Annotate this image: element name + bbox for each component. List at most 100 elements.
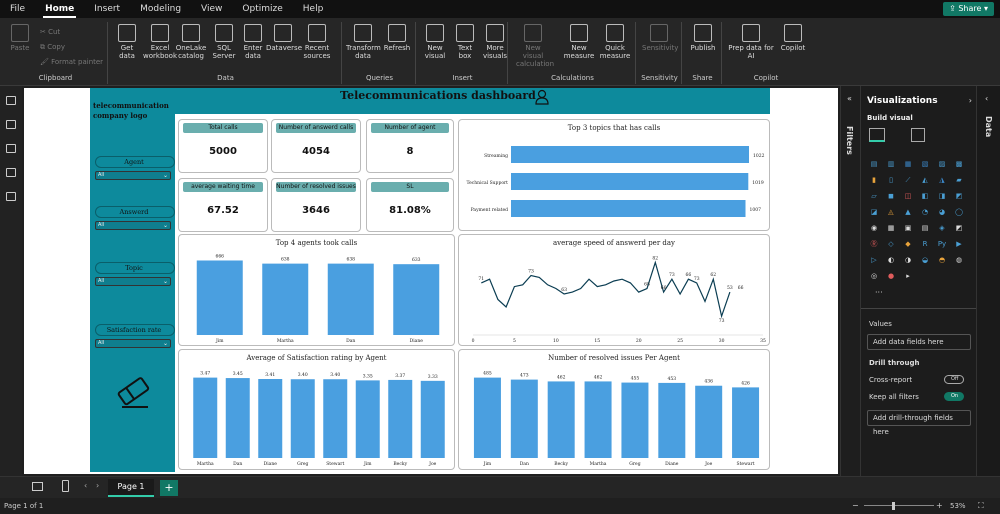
visual-type-icon[interactable]: ◍ [954, 256, 964, 265]
bar[interactable] [621, 382, 649, 458]
ribbon-button-dataverse[interactable]: Dataverse [266, 24, 302, 52]
menu-help[interactable]: Help [293, 0, 334, 18]
visual-type-icon[interactable]: ◆ [903, 240, 913, 249]
paste-button[interactable]: Paste [8, 24, 32, 52]
visual-type-icon[interactable]: ◈ [937, 224, 947, 233]
visual-type-icon[interactable]: ◭ [920, 176, 930, 185]
page-tab[interactable]: Page 1 [108, 479, 154, 497]
bar[interactable] [732, 387, 760, 458]
cut-button[interactable]: ✂ Cut [40, 28, 60, 36]
visual-type-icon[interactable]: ▱ [869, 192, 879, 201]
visual-type-icon[interactable]: ▮ [869, 176, 879, 185]
visual-type-icon[interactable]: Ⓡ [869, 240, 879, 249]
ribbon-button-get[interactable]: Get data [110, 24, 144, 60]
visual-type-icon[interactable]: ◧ [920, 192, 930, 201]
ribbon-button-excel[interactable]: Excel workbook [143, 24, 177, 60]
format-visual-tab-icon[interactable] [911, 128, 925, 142]
bar[interactable] [262, 263, 309, 335]
next-page-icon[interactable]: › [96, 481, 99, 490]
visual-type-icon[interactable]: ◎ [869, 272, 879, 281]
slicer-dropdown-agent[interactable]: All ⌄ [95, 171, 171, 180]
visual-type-icon[interactable]: ◑ [903, 256, 913, 265]
slicer-dropdown-answerd[interactable]: All ⌄ [95, 221, 171, 230]
menu-home[interactable]: Home [35, 0, 84, 18]
speed-line-chart[interactable]: average speed of answerd per day 0 5 10 15 2… [458, 234, 770, 346]
mobile-layout-icon[interactable] [62, 480, 69, 492]
table-view-icon[interactable] [6, 120, 16, 129]
visual-type-icon[interactable]: ▲ [903, 208, 913, 217]
report-view-icon[interactable] [6, 96, 16, 105]
bar[interactable] [658, 382, 686, 458]
bar[interactable] [420, 380, 445, 458]
visual-type-icon[interactable]: ● [886, 272, 896, 281]
eraser-icon[interactable] [114, 374, 154, 410]
slicer-dropdown-topic[interactable]: All ⌄ [95, 277, 171, 286]
bar[interactable] [393, 264, 440, 335]
bar[interactable] [547, 381, 575, 458]
visual-type-icon[interactable]: ◪ [869, 208, 879, 217]
visual-type-icon[interactable]: ◬ [886, 208, 896, 217]
bar[interactable] [584, 381, 612, 458]
bar[interactable] [511, 146, 749, 163]
bar[interactable] [258, 378, 283, 458]
visual-type-icon[interactable]: ◇ [886, 240, 896, 249]
ribbon-button-newvisual[interactable]: New visual calculation [516, 24, 554, 68]
desktop-layout-icon[interactable] [32, 482, 43, 491]
visual-type-icon[interactable]: ◮ [937, 176, 947, 185]
ribbon-button-new[interactable]: New visual [418, 24, 452, 60]
menu-modeling[interactable]: Modeling [130, 0, 191, 18]
zoom-out-icon[interactable]: − [852, 498, 859, 514]
visual-type-icon[interactable]: ▦ [886, 224, 896, 233]
ribbon-button-recent[interactable]: Recent sources [300, 24, 334, 60]
visual-type-icon[interactable]: ◼ [886, 192, 896, 201]
visual-type-icon[interactable]: ▶ [954, 240, 964, 249]
bar[interactable] [510, 379, 538, 458]
bar[interactable] [225, 378, 250, 458]
visual-type-icon[interactable]: Py [937, 240, 947, 249]
format-painter-button[interactable]: 🖌 Format painter [40, 58, 103, 66]
bar[interactable] [327, 263, 374, 335]
slicer-dropdown-satisfaction-rate[interactable]: All ⌄ [95, 339, 171, 348]
tmdl-view-icon[interactable] [6, 192, 16, 201]
visual-type-icon[interactable]: ▰ [954, 176, 964, 185]
visual-type-icon[interactable]: ▦ [903, 160, 913, 169]
add-page-button[interactable]: + [160, 480, 178, 496]
visual-type-icon[interactable]: ▩ [954, 160, 964, 169]
bar[interactable] [473, 377, 501, 458]
top-agents-chart[interactable]: Top 4 agents took calls 666 Jim 638 Martha 6… [178, 234, 455, 346]
visual-type-icon[interactable]: ▯ [886, 176, 896, 185]
prev-page-icon[interactable]: ‹ [84, 481, 87, 490]
visual-type-icon[interactable]: R [920, 240, 930, 249]
visual-type-icon[interactable]: ▥ [886, 160, 896, 169]
resolved-issues-chart[interactable]: Number of resolved issues Per Agent 485 J… [458, 349, 770, 470]
fit-page-icon[interactable]: ⛶ [978, 498, 984, 514]
ribbon-button-quick[interactable]: Quick measure [598, 24, 632, 60]
build-visual-tab-icon[interactable] [869, 128, 885, 142]
bar[interactable] [511, 200, 746, 217]
keep-all-filters-toggle[interactable]: On [944, 392, 964, 401]
ribbon-button-enter[interactable]: Enter data [236, 24, 270, 60]
menu-view[interactable]: View [191, 0, 232, 18]
top-topics-chart[interactable]: Top 3 topics that has calls Streaming 102… [458, 119, 770, 231]
menu-file[interactable]: File [0, 0, 35, 18]
visual-type-icon[interactable]: ▣ [903, 224, 913, 233]
bar[interactable] [290, 379, 315, 458]
visual-type-icon[interactable]: ⟋ [903, 176, 913, 185]
visual-type-icon[interactable]: ◓ [937, 256, 947, 265]
visual-type-icon[interactable]: ◔ [920, 208, 930, 217]
visual-type-icon[interactable]: ▷ [869, 256, 879, 265]
cross-report-toggle[interactable]: Off [944, 375, 964, 384]
ribbon-button-onelake[interactable]: OneLake catalog [174, 24, 208, 60]
visual-type-icon[interactable]: ◉ [869, 224, 879, 233]
copy-button[interactable]: ⧉ Copy [40, 43, 65, 52]
satisfaction-chart[interactable]: Average of Satisfaction rating by Agent … [178, 349, 455, 470]
visual-type-icon[interactable]: ◯ [954, 208, 964, 217]
ribbon-button-text[interactable]: Text box [448, 24, 482, 60]
visual-type-icon[interactable]: ▨ [937, 160, 947, 169]
chevron-left-icon[interactable]: « [847, 94, 852, 103]
bar[interactable] [323, 379, 348, 458]
visual-type-icon[interactable]: ▧ [920, 160, 930, 169]
ribbon-button-more[interactable]: More visuals [478, 24, 512, 60]
chevron-left-icon[interactable]: ‹ [985, 94, 988, 103]
ribbon-button-prepdatafor[interactable]: Prep data for AI [724, 24, 778, 60]
